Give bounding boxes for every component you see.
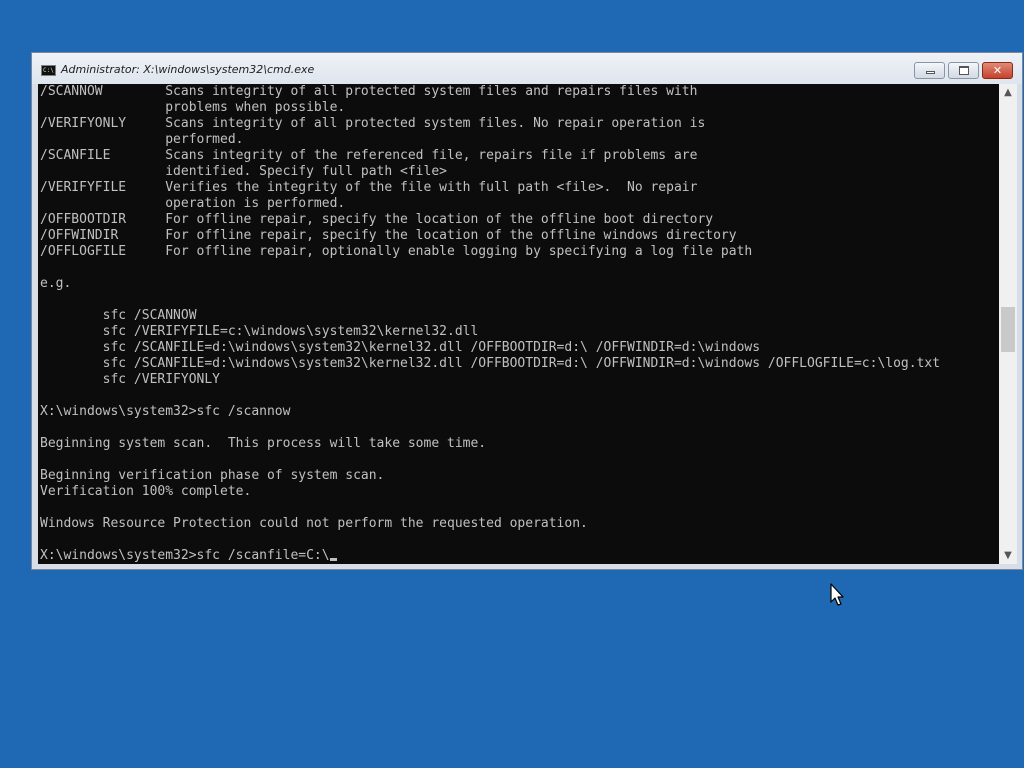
- maximize-button[interactable]: [948, 62, 979, 79]
- console-line: sfc /VERIFYFILE=c:\windows\system32\kern…: [102, 324, 479, 339]
- console-line: e.g.: [40, 276, 72, 291]
- console-line: X:\windows\system32>sfc /scannow: [40, 404, 291, 419]
- console-line: sfc /SCANNOW: [102, 308, 197, 323]
- command-prompt-line[interactable]: X:\windows\system32>sfc /scanfile=C:\: [40, 548, 330, 563]
- close-button[interactable]: [982, 62, 1013, 79]
- scroll-thumb[interactable]: [1001, 307, 1015, 352]
- console-line: /VERIFYFILE Verifies the integrity of th…: [40, 180, 698, 195]
- minimize-button[interactable]: [914, 62, 945, 79]
- console-line: sfc /VERIFYONLY: [102, 372, 221, 387]
- console-line: /OFFWINDIR For offline repair, specify t…: [40, 228, 737, 243]
- console-line: /OFFBOOTDIR For offline repair, specify …: [40, 212, 714, 227]
- console-line: identified. Specify full path <file>: [165, 164, 447, 179]
- console-line: /SCANFILE Scans integrity of the referen…: [40, 148, 698, 163]
- vertical-scrollbar[interactable]: ▲ ▼: [999, 84, 1017, 564]
- console-line: Beginning verification phase of system s…: [40, 468, 385, 483]
- console-line: Windows Resource Protection could not pe…: [40, 516, 588, 531]
- cmd-window: C:\ Administrator: X:\windows\system32\c…: [31, 52, 1023, 570]
- console-line: /OFFLOGFILE For offline repair, optional…: [40, 244, 753, 259]
- console-line: sfc /SCANFILE=d:\windows\system32\kernel…: [102, 340, 761, 355]
- window-title: Administrator: X:\windows\system32\cmd.e…: [61, 63, 315, 76]
- cmd-app-icon[interactable]: C:\: [41, 65, 56, 76]
- console-line: sfc /SCANFILE=d:\windows\system32\kernel…: [102, 356, 941, 371]
- console-line: Beginning system scan. This process will…: [40, 436, 487, 451]
- console-output[interactable]: /SCANNOW Scans integrity of all protecte…: [38, 84, 999, 564]
- scroll-up-arrow-icon[interactable]: ▲: [999, 84, 1017, 101]
- mouse-pointer-icon: [830, 583, 844, 606]
- console-line: /VERIFYONLY Scans integrity of all prote…: [40, 116, 706, 131]
- text-cursor: [329, 558, 337, 561]
- scroll-down-arrow-icon[interactable]: ▼: [999, 547, 1017, 564]
- title-bar[interactable]: C:\ Administrator: X:\windows\system32\c…: [32, 53, 1022, 84]
- console-history: /SCANNOW Scans integrity of all protecte…: [40, 84, 940, 531]
- console-line: Verification 100% complete.: [40, 484, 252, 499]
- console-line: problems when possible.: [165, 100, 346, 115]
- console-text: /SCANNOW Scans integrity of all protecte…: [40, 84, 940, 564]
- console-line: /SCANNOW Scans integrity of all protecte…: [40, 84, 698, 99]
- console-line: performed.: [165, 132, 244, 147]
- console-line: operation is performed.: [165, 196, 346, 211]
